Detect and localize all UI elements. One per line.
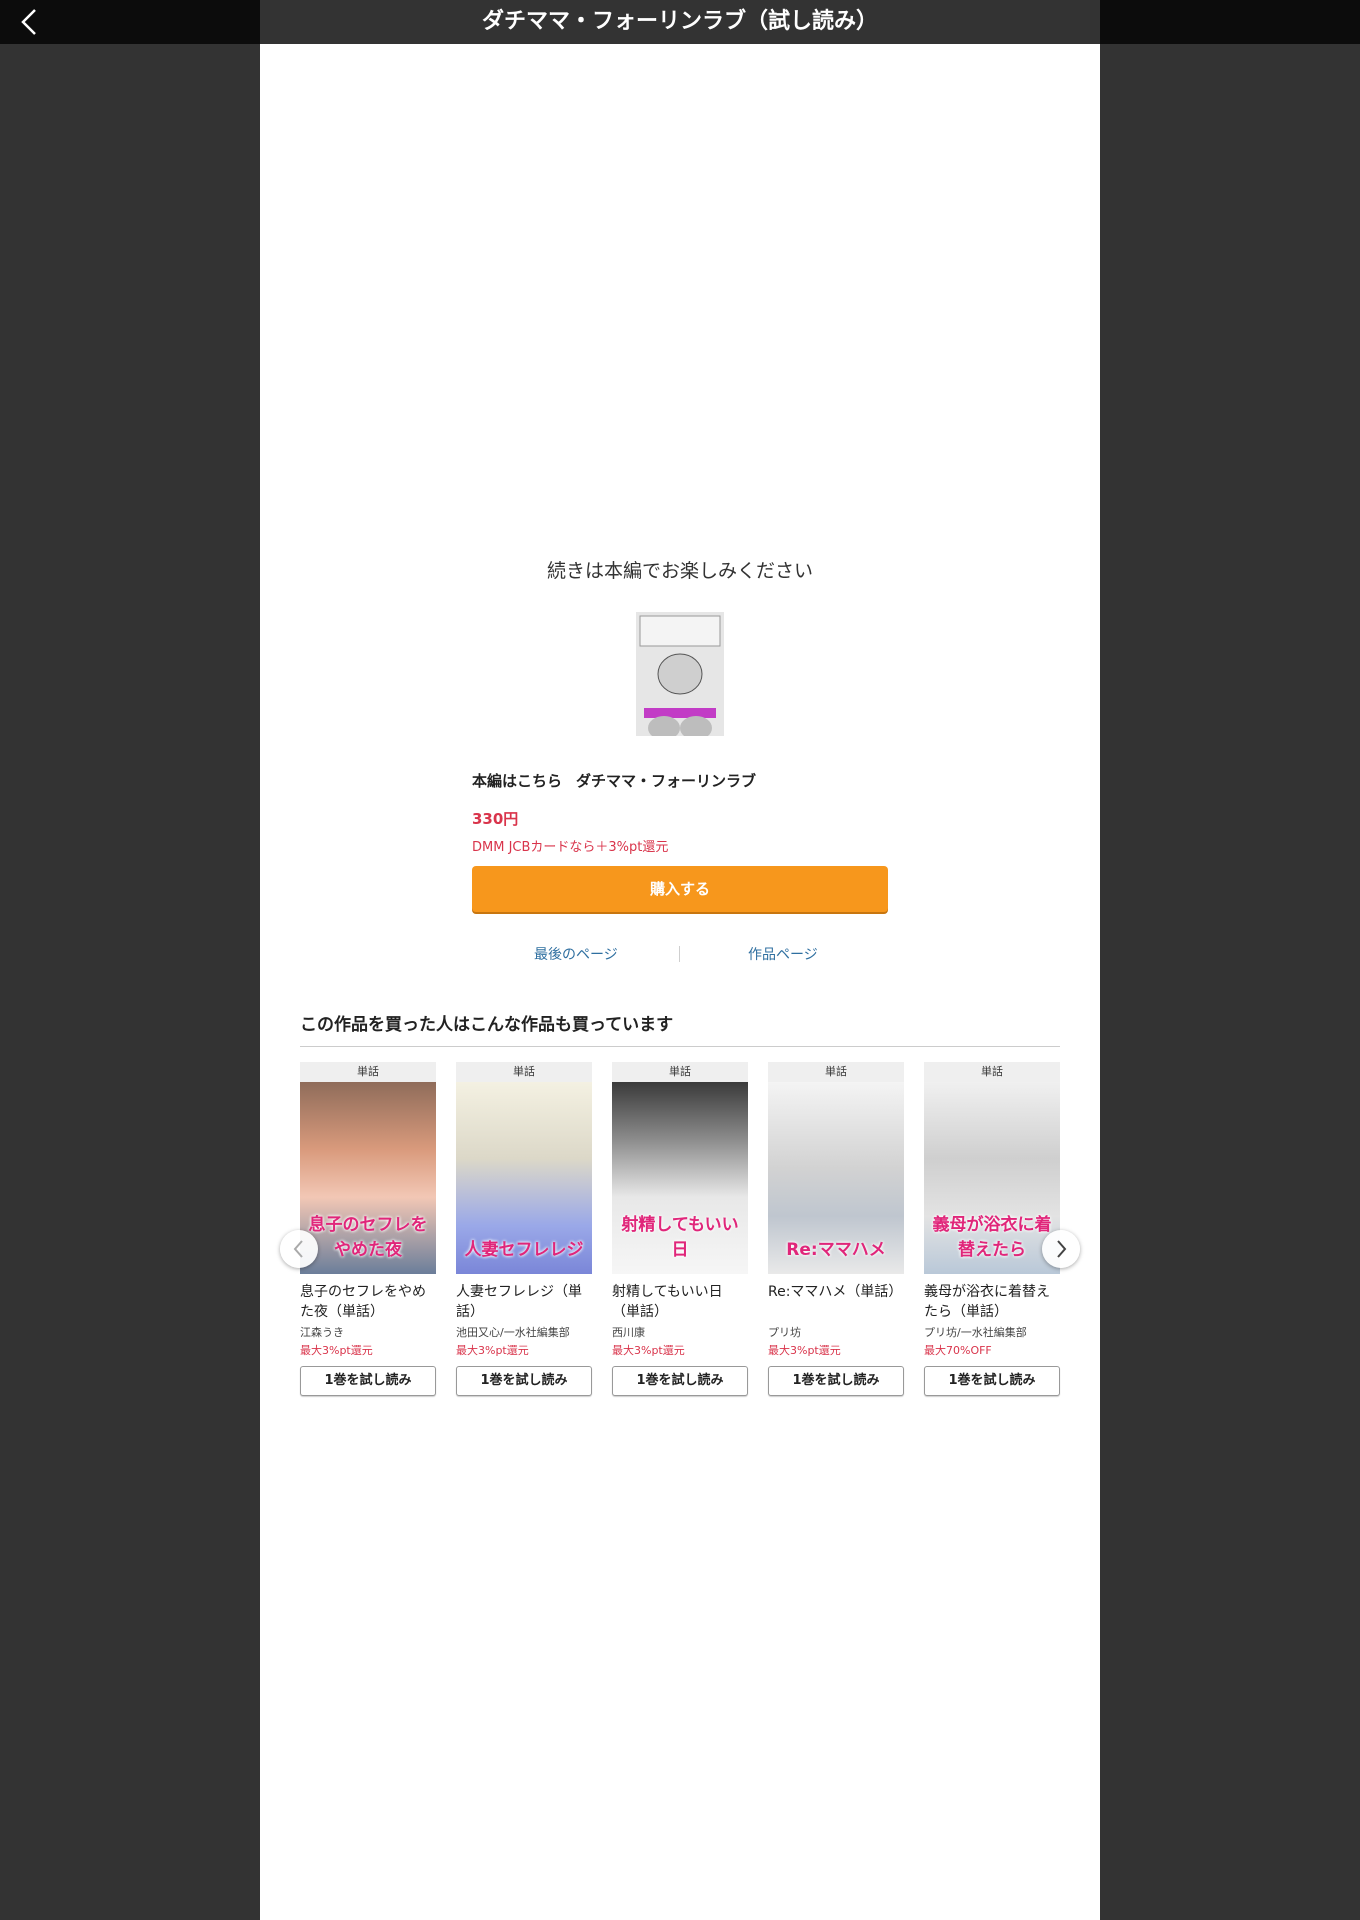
thumbnail[interactable]: 義母が浴衣に着替えたら <box>924 1082 1060 1274</box>
recommend-card: 単話 人妻セフレレジ 人妻セフレレジ（単話） 池田又心/一水社編集部 最大3%p… <box>456 1062 592 1396</box>
carousel-prev-button[interactable] <box>280 1230 318 1268</box>
chevron-left-icon <box>21 9 36 35</box>
carousel-next-button[interactable] <box>1042 1230 1080 1268</box>
trial-button[interactable]: 1巻を試し読み <box>612 1366 748 1396</box>
recommend-card: 単話 義母が浴衣に着替えたら 義母が浴衣に着替えたら（単話） プリ坊/一水社編集… <box>924 1062 1060 1396</box>
card-title[interactable]: 息子のセフレをやめた夜（単話） <box>300 1282 436 1322</box>
thumbnail[interactable]: 息子のセフレをやめた夜 <box>300 1082 436 1274</box>
badge: 単話 <box>300 1062 436 1082</box>
price: 330円 <box>472 810 519 828</box>
top-bar: ダチママ・フォーリンラブ（試し読み） <box>0 0 1360 44</box>
thumbnail[interactable]: Re:ママハメ <box>768 1082 904 1274</box>
trial-button[interactable]: 1巻を試し読み <box>456 1366 592 1396</box>
thumbnail[interactable]: 射精してもいい日 <box>612 1082 748 1274</box>
footer-links: 最後のページ 作品ページ <box>472 944 888 968</box>
author: プリ坊/一水社編集部 <box>924 1326 1027 1339</box>
trial-button[interactable]: 1巻を試し読み <box>924 1366 1060 1396</box>
page-title: ダチママ・フォーリンラブ（試し読み） <box>260 0 1100 44</box>
trial-button[interactable]: 1巻を試し読み <box>768 1366 904 1396</box>
book-title: 本編はこちら ダチママ・フォーリンラブ <box>472 770 770 791</box>
thumbnail[interactable]: 人妻セフレレジ <box>456 1082 592 1274</box>
thumbnail-title: 人妻セフレレジ <box>464 1240 584 1260</box>
point-note: 最大3%pt還元 <box>300 1344 373 1357</box>
recommend-card: 単話 Re:ママハメ Re:ママハメ（単話） プリ坊 最大3%pt還元 1巻を試… <box>768 1062 904 1396</box>
thumbnail-title: 息子のセフレをやめた夜 <box>308 1215 428 1260</box>
cover-art <box>636 612 724 736</box>
chevron-left-icon <box>293 1240 303 1258</box>
recommend-divider <box>300 1046 1060 1047</box>
point-note: 最大3%pt還元 <box>768 1344 841 1357</box>
work-page-link[interactable]: 作品ページ <box>748 944 818 964</box>
reader-page: 続きは本編でお楽しみください 本編はこちら ダチママ・フォーリンラブ 330円 D… <box>260 44 1100 1920</box>
card-title[interactable]: 人妻セフレレジ（単話） <box>456 1282 592 1322</box>
card-title[interactable]: 義母が浴衣に着替えたら（単話） <box>924 1282 1060 1322</box>
badge: 単話 <box>768 1062 904 1082</box>
badge: 単話 <box>612 1062 748 1082</box>
point-note: 最大3%pt還元 <box>612 1344 685 1357</box>
badge: 単話 <box>924 1062 1060 1082</box>
thumbnail-title: 射精してもいい日 <box>621 1215 739 1260</box>
point-note: 最大3%pt還元 <box>456 1344 529 1357</box>
trial-button[interactable]: 1巻を試し読み <box>300 1366 436 1396</box>
last-page-link[interactable]: 最後のページ <box>534 944 618 964</box>
card-title[interactable]: Re:ママハメ（単話） <box>768 1282 904 1322</box>
link-divider <box>679 946 680 962</box>
badge: 単話 <box>456 1062 592 1082</box>
book-cover[interactable] <box>636 612 724 736</box>
buy-button[interactable]: 購入する <box>472 866 888 912</box>
thumbnail-title: Re:ママハメ <box>786 1240 886 1260</box>
author: 西川康 <box>612 1326 645 1339</box>
author: プリ坊 <box>768 1326 801 1339</box>
author: 江森うき <box>300 1326 344 1339</box>
thumbnail-title: 義母が浴衣に着替えたら <box>932 1215 1052 1260</box>
recommend-heading: この作品を買った人はこんな作品も買っています <box>300 1015 674 1035</box>
continue-message: 続きは本編でお楽しみください <box>546 560 813 582</box>
card-title[interactable]: 射精してもいい日（単話） <box>612 1282 748 1322</box>
author: 池田又心/一水社編集部 <box>456 1326 570 1339</box>
recommend-card: 単話 息子のセフレをやめた夜 息子のセフレをやめた夜（単話） 江森うき 最大3%… <box>300 1062 436 1396</box>
chevron-right-icon <box>1057 1240 1067 1258</box>
book-title-prefix: 本編はこちら <box>472 772 563 790</box>
recommend-card: 単話 射精してもいい日 射精してもいい日（単話） 西川康 最大3%pt還元 1巻… <box>612 1062 748 1396</box>
point-note: 最大70%OFF <box>924 1344 992 1357</box>
back-button[interactable] <box>14 6 46 38</box>
book-title-name: ダチママ・フォーリンラブ <box>576 772 757 790</box>
jcb-point-note: DMM JCBカードなら＋3%pt還元 <box>472 840 669 855</box>
